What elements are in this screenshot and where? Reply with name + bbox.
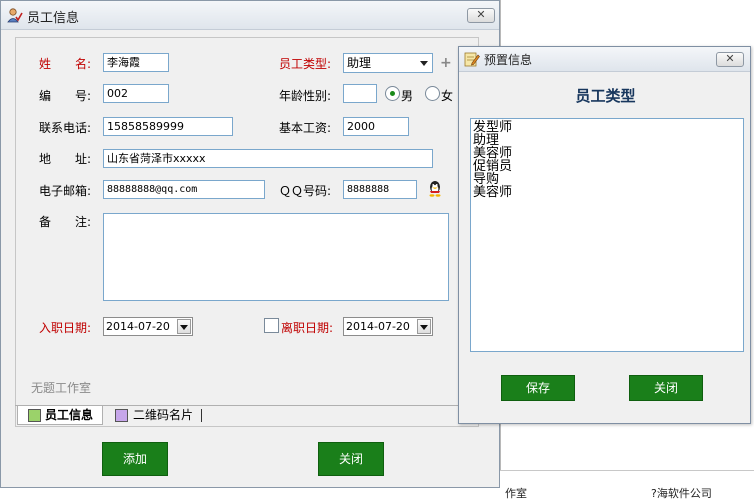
popup-titlebar: 预置信息 ✕: [459, 47, 750, 72]
employee-info-window: 员工信息 ✕ 姓 名: 李海霞 员工类型: 助理 + 编 号: 002 年龄性别…: [0, 0, 500, 488]
age-input[interactable]: [343, 84, 377, 103]
qq-label: ＱＱ号码:: [279, 184, 332, 198]
hire-date-value: 2014-07-20: [106, 320, 170, 333]
qq-penguin-icon[interactable]: [427, 179, 443, 197]
remark-textarea[interactable]: [103, 213, 449, 301]
email-input[interactable]: 88888888@qq.com: [103, 180, 265, 199]
tab-employee-info-label: 员工信息: [45, 408, 94, 422]
background-status-text-1: 作室: [505, 487, 527, 500]
leave-date-picker[interactable]: 2014-07-20: [343, 317, 433, 336]
close-button[interactable]: 关闭: [318, 442, 384, 476]
popup-close-button[interactable]: 关闭: [629, 375, 703, 401]
employee-type-select[interactable]: 助理: [343, 53, 433, 73]
gender-female-radio[interactable]: [425, 86, 440, 101]
app-user-icon: [7, 8, 23, 23]
gender-male-label: 男: [401, 89, 414, 103]
green-square-icon: [28, 409, 41, 422]
gender-female-label: 女: [441, 89, 454, 103]
salary-input[interactable]: 2000: [343, 117, 409, 136]
leave-date-label: 离职日期:: [281, 321, 334, 335]
purple-square-icon: [115, 409, 128, 422]
id-label: 编 号:: [39, 89, 92, 103]
list-item[interactable]: 美容师: [473, 186, 743, 199]
hire-date-label: 入职日期:: [39, 321, 92, 335]
calendar-dropdown-icon[interactable]: [177, 319, 191, 334]
id-input[interactable]: 002: [103, 84, 169, 103]
employee-type-value: 助理: [347, 56, 372, 70]
window-title: 员工信息: [27, 11, 80, 26]
gender-male-radio[interactable]: [385, 86, 400, 101]
name-label: 姓 名:: [39, 57, 92, 71]
add-button[interactable]: 添加: [102, 442, 168, 476]
leave-date-checkbox[interactable]: [264, 318, 279, 333]
preset-info-window: 预置信息 ✕ 员工类型 发型师 助理 美容师 促销员 导购 美容师 保存 关闭: [458, 46, 751, 424]
address-input[interactable]: 山东省菏泽市xxxxx: [103, 149, 433, 168]
address-label: 地 址:: [39, 152, 92, 166]
employee-type-list[interactable]: 发型师 助理 美容师 促销员 导购 美容师: [470, 118, 744, 352]
tab-employee-info[interactable]: 员工信息: [17, 406, 103, 425]
salary-label: 基本工资:: [279, 121, 332, 135]
list-item[interactable]: 助理: [473, 134, 743, 147]
popup-title: 预置信息: [484, 53, 533, 67]
name-input[interactable]: 李海霞: [103, 53, 169, 72]
list-item[interactable]: 美容师: [473, 147, 743, 160]
list-item[interactable]: 促销员: [473, 160, 743, 173]
notepad-edit-icon: [464, 52, 480, 67]
tab-qr-card-label: 二维码名片: [133, 408, 194, 422]
email-label: 电子邮箱:: [39, 184, 92, 198]
employee-type-label: 员工类型:: [279, 57, 332, 71]
qq-input[interactable]: 8888888: [343, 180, 417, 199]
list-item[interactable]: 发型师: [473, 121, 743, 134]
studio-watermark: 无题工作室: [31, 381, 92, 395]
hire-date-picker[interactable]: 2014-07-20: [103, 317, 193, 336]
calendar-dropdown-icon[interactable]: [417, 319, 431, 334]
age-gender-label: 年龄性别:: [279, 89, 332, 103]
popup-close-x-button[interactable]: ✕: [716, 52, 744, 67]
chevron-down-icon: [420, 61, 428, 66]
phone-label: 联系电话:: [39, 121, 92, 135]
phone-input[interactable]: 15858589999: [103, 117, 233, 136]
add-preset-icon[interactable]: +: [440, 55, 452, 71]
background-status-text-2: ?海软件公司: [651, 487, 712, 500]
tab-qr-card[interactable]: 二维码名片: [103, 406, 201, 425]
remark-label: 备 注:: [39, 215, 92, 229]
popup-heading: 员工类型: [575, 87, 636, 105]
window-close-button[interactable]: ✕: [467, 8, 495, 23]
text-cursor: [201, 409, 202, 422]
window-titlebar: 员工信息 ✕: [1, 1, 499, 30]
save-button[interactable]: 保存: [501, 375, 575, 401]
leave-date-value: 2014-07-20: [346, 320, 410, 333]
list-item[interactable]: 导购: [473, 173, 743, 186]
